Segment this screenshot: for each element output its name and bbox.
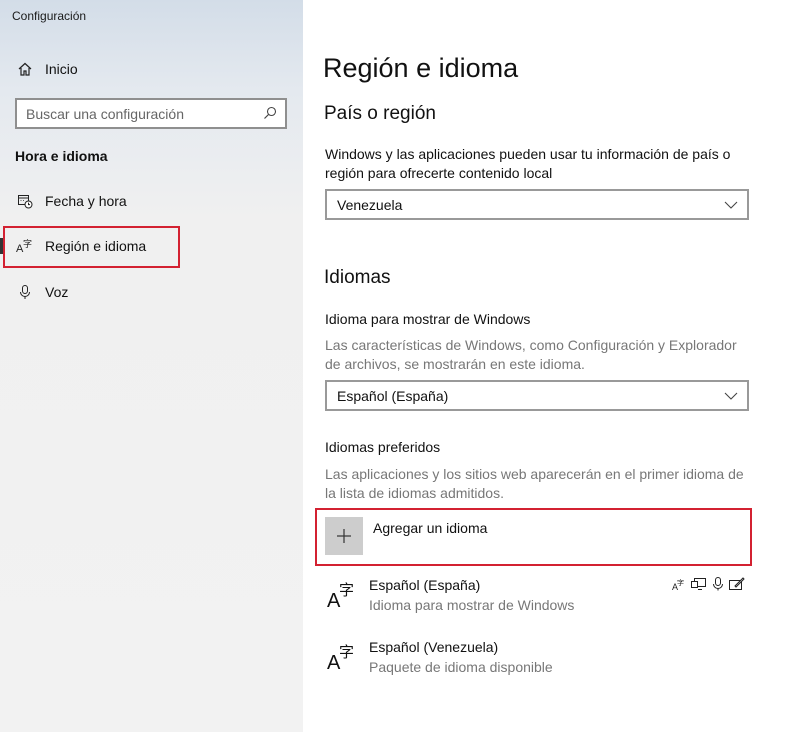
- sidebar-item-label: Fecha y hora: [45, 193, 127, 209]
- add-language-button[interactable]: Agregar un idioma: [325, 516, 625, 556]
- language-list-item[interactable]: A字 Español (Venezuela) Paquete de idioma…: [325, 639, 755, 683]
- sidebar-item-region-language[interactable]: A字 Región e idioma: [0, 226, 303, 266]
- display-language-select[interactable]: Español (España): [325, 380, 749, 411]
- language-name: Español (España): [369, 577, 481, 593]
- language-name: Español (Venezuela): [369, 639, 499, 655]
- preferred-languages-label: Idiomas preferidos: [325, 439, 441, 455]
- selection-indicator: [0, 238, 4, 254]
- region-description: Windows y las aplicaciones pueden usar t…: [325, 146, 731, 181]
- svg-text:字: 字: [23, 238, 32, 250]
- sidebar-item-label: Inicio: [45, 61, 78, 77]
- language-status: Paquete de idioma disponible: [369, 659, 553, 675]
- speech-icon: [712, 577, 724, 596]
- sidebar: Configuración Inicio Buscar una configur…: [0, 0, 303, 732]
- chevron-down-icon: [723, 387, 739, 406]
- sidebar-item-voice[interactable]: Voz: [0, 272, 303, 312]
- region-select[interactable]: Venezuela: [325, 189, 749, 220]
- chevron-down-icon: [723, 196, 739, 215]
- sidebar-item-label: Voz: [45, 284, 69, 300]
- language-status: Idioma para mostrar de Windows: [369, 597, 575, 613]
- calendar-clock-icon: [15, 191, 35, 211]
- page-title: Región e idioma: [323, 53, 519, 83]
- display-language-label: Idioma para mostrar de Windows: [325, 311, 531, 327]
- search-icon[interactable]: [263, 106, 277, 123]
- language-list-item[interactable]: A字 Español (España) Idioma para mostrar …: [325, 577, 755, 621]
- microphone-icon: [15, 282, 35, 302]
- svg-text:字: 字: [339, 581, 354, 599]
- language-icon: A字: [327, 641, 357, 678]
- display-language-description: Las características de Windows, como Con…: [325, 337, 737, 372]
- home-icon: [15, 59, 35, 79]
- language-pack-icon: A字: [672, 577, 686, 596]
- sidebar-item-label: Región e idioma: [45, 238, 147, 254]
- preferred-languages-description: Las aplicaciones y los sitios web aparec…: [325, 466, 744, 501]
- sidebar-item-home[interactable]: Inicio: [0, 49, 303, 89]
- languages-heading: Idiomas: [324, 267, 391, 288]
- plus-icon: [325, 517, 363, 555]
- svg-text:字: 字: [339, 643, 354, 661]
- capability-icons: A字: [672, 577, 745, 596]
- region-heading: País o región: [324, 103, 436, 124]
- search-placeholder: Buscar una configuración: [26, 105, 184, 122]
- section-title: Hora e idioma: [15, 148, 108, 164]
- display-language-select-value: Español (España): [337, 387, 449, 404]
- region-select-value: Venezuela: [337, 196, 403, 213]
- add-language-label: Agregar un idioma: [373, 520, 488, 536]
- app-title: Configuración: [12, 9, 87, 23]
- main-content: Región e idioma País o región Windows y …: [303, 0, 800, 732]
- language-icon: A字: [15, 236, 35, 256]
- display-icon: [691, 577, 707, 596]
- svg-text:字: 字: [677, 578, 684, 587]
- handwriting-icon: [729, 577, 745, 596]
- search-input[interactable]: Buscar una configuración: [15, 98, 287, 129]
- language-icon: A字: [327, 579, 357, 616]
- sidebar-item-date-time[interactable]: Fecha y hora: [0, 181, 303, 221]
